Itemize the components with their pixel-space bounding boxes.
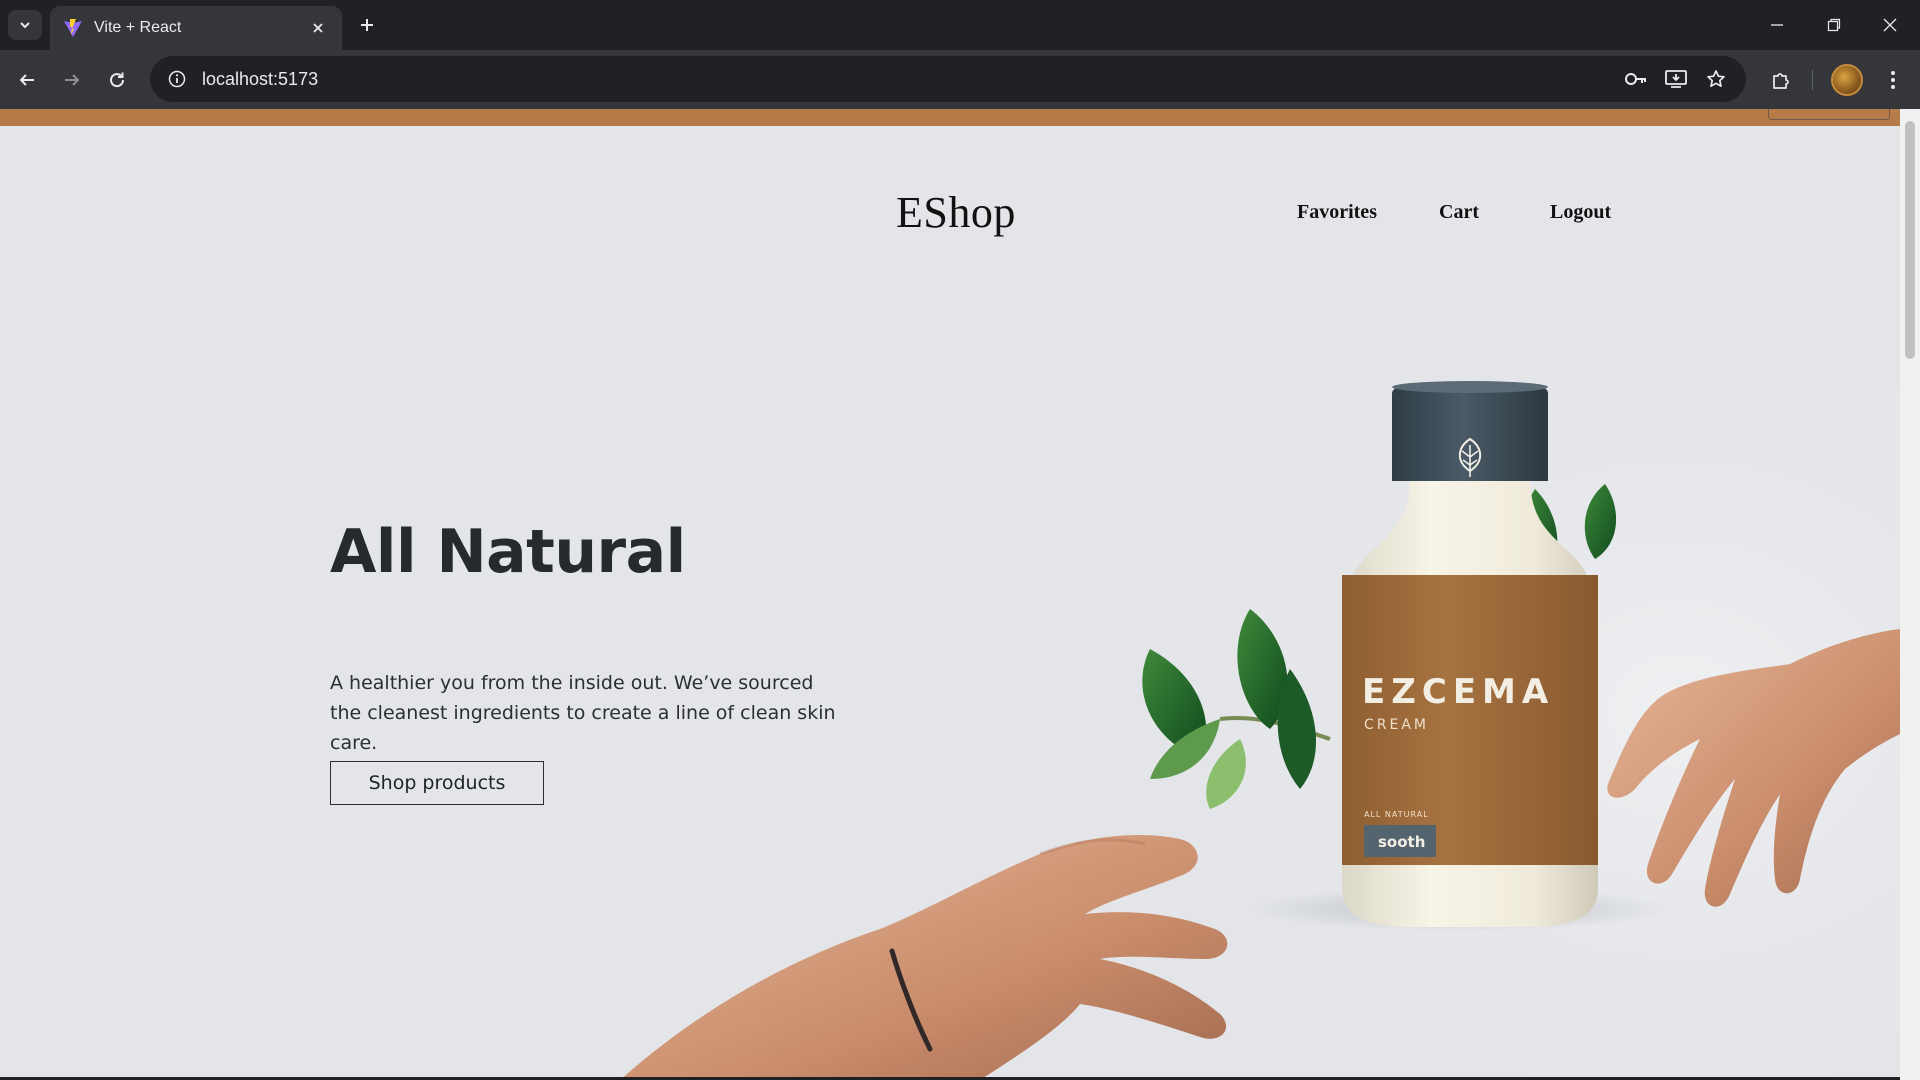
site-logo[interactable]: EShop bbox=[896, 187, 1016, 238]
new-tab-button[interactable] bbox=[352, 10, 382, 40]
toolbar-divider bbox=[1812, 70, 1813, 90]
hero-title: All Natural bbox=[330, 517, 686, 587]
chevron-down-icon bbox=[20, 22, 30, 29]
leaves-left bbox=[1142, 609, 1331, 809]
address-bar[interactable]: localhost:5173 bbox=[150, 56, 1746, 102]
product-type: CREAM bbox=[1364, 717, 1429, 733]
band-overflow-element bbox=[1768, 109, 1890, 120]
arrow-right-icon bbox=[65, 74, 80, 86]
vite-logo-icon bbox=[62, 17, 84, 39]
url-text: localhost:5173 bbox=[202, 68, 319, 89]
hero-image: EZCEMA CREAM ALL NATURAL sooth bbox=[620, 259, 1900, 1080]
kebab-menu-icon bbox=[1891, 71, 1895, 89]
tab-title: Vite + React bbox=[94, 19, 182, 36]
key-icon[interactable] bbox=[1616, 59, 1656, 99]
restore-icon bbox=[1827, 18, 1841, 32]
install-app-icon[interactable] bbox=[1656, 59, 1696, 99]
extensions-button[interactable] bbox=[1763, 62, 1799, 98]
scrollbar-thumb[interactable] bbox=[1905, 121, 1915, 359]
browser-tab[interactable]: Vite + React bbox=[50, 6, 342, 50]
reload-icon bbox=[110, 72, 125, 88]
reload-button[interactable] bbox=[99, 62, 135, 98]
restore-button[interactable] bbox=[1806, 4, 1862, 46]
hand-left bbox=[620, 834, 1228, 1080]
tab-search-button[interactable] bbox=[8, 10, 42, 40]
product-bottle: EZCEMA CREAM ALL NATURAL sooth bbox=[1342, 381, 1598, 927]
nav-cart[interactable]: Cart bbox=[1439, 201, 1479, 224]
product-badge: sooth bbox=[1378, 833, 1425, 851]
profile-button[interactable] bbox=[1829, 62, 1865, 98]
tab-strip: Vite + React bbox=[0, 0, 1920, 50]
leaves-right bbox=[1522, 484, 1617, 609]
hand-right bbox=[1607, 629, 1900, 907]
scrollbar[interactable] bbox=[1900, 109, 1920, 1080]
browser-menu-button[interactable] bbox=[1875, 62, 1911, 98]
info-icon[interactable] bbox=[162, 64, 192, 94]
leaf-logo-icon bbox=[1458, 437, 1482, 477]
star-icon[interactable] bbox=[1696, 59, 1736, 99]
nav-favorites[interactable]: Favorites bbox=[1297, 201, 1377, 224]
nav-logout[interactable]: Logout bbox=[1550, 201, 1611, 224]
forward-button[interactable] bbox=[54, 62, 90, 98]
shop-products-button[interactable]: Shop products bbox=[330, 761, 544, 805]
close-window-button[interactable] bbox=[1862, 4, 1918, 46]
avatar bbox=[1831, 64, 1863, 96]
close-icon bbox=[1883, 18, 1897, 32]
close-icon[interactable] bbox=[306, 16, 330, 40]
plus-icon bbox=[361, 19, 373, 31]
hero-description: A healthier you from the inside out. We’… bbox=[330, 672, 836, 754]
product-name: EZCEMA bbox=[1362, 672, 1554, 712]
minimize-icon bbox=[1771, 24, 1783, 26]
minimize-button[interactable] bbox=[1749, 4, 1805, 46]
puzzle-icon bbox=[1773, 73, 1789, 89]
page-viewport: EZCEMA CREAM ALL NATURAL sooth EShop Fav… bbox=[0, 109, 1900, 1080]
back-button[interactable] bbox=[9, 62, 45, 98]
product-tagline: ALL NATURAL bbox=[1364, 810, 1429, 819]
arrow-left-icon bbox=[19, 74, 34, 86]
accent-band bbox=[0, 109, 1900, 126]
browser-toolbar: localhost:5173 bbox=[0, 50, 1920, 109]
